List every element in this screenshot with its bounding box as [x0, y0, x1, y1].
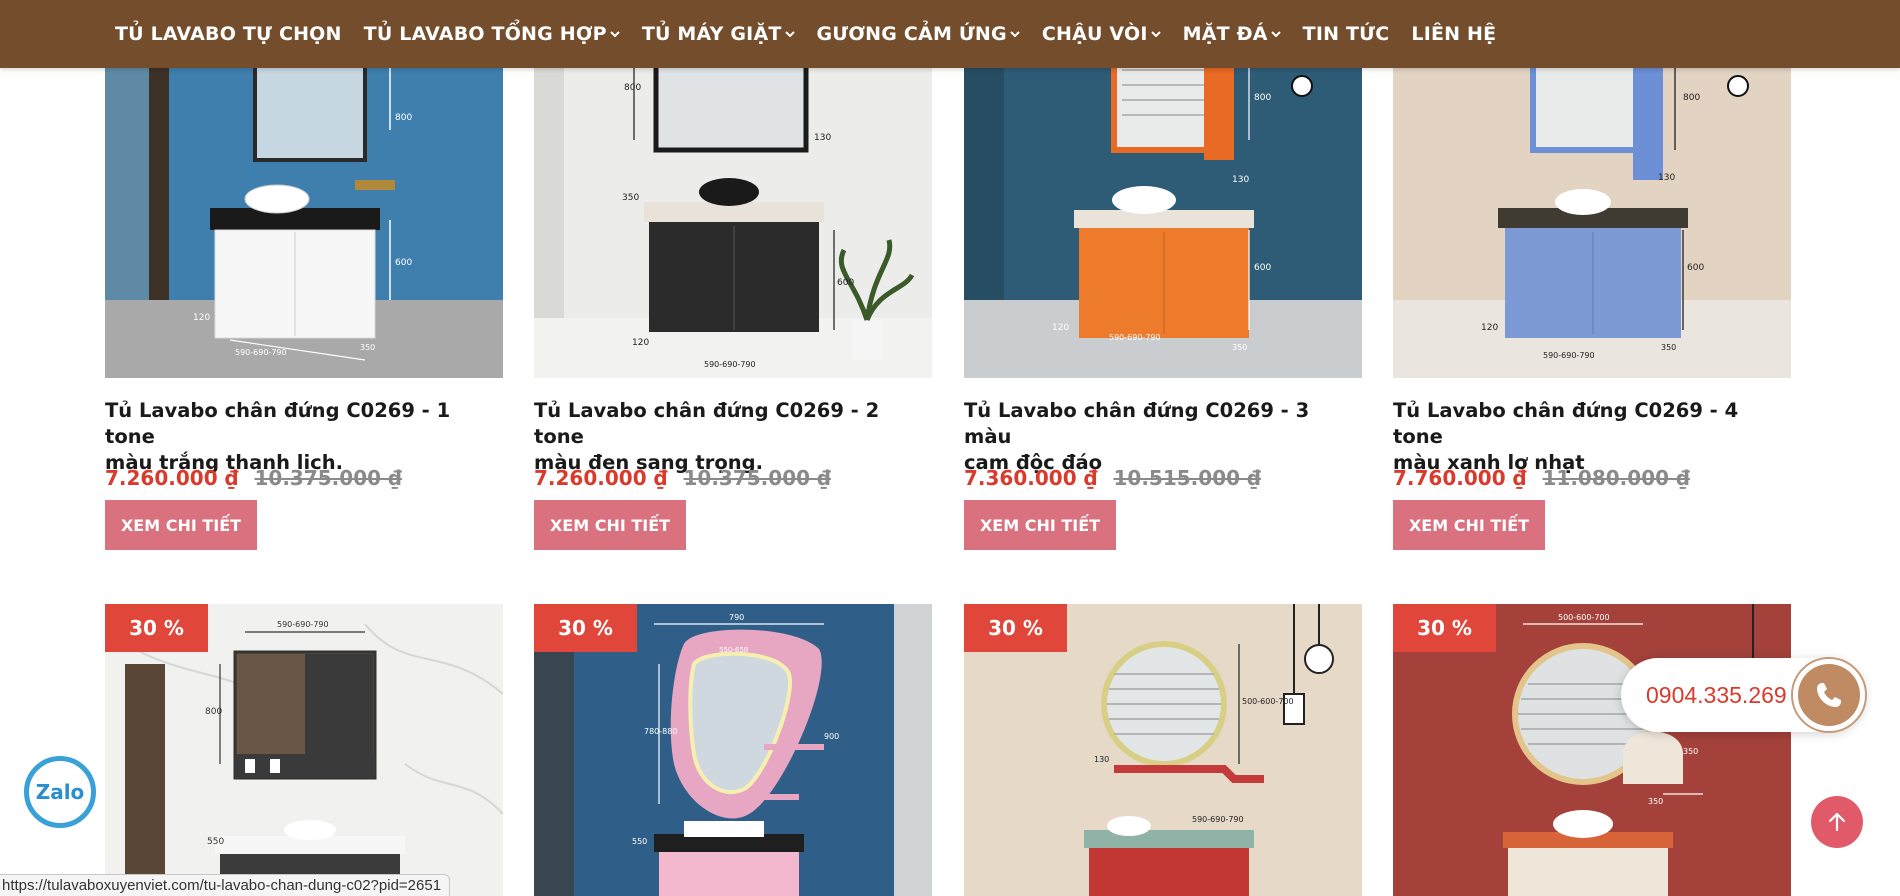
top-navigation: TỦ LAVABO TỰ CHỌN TỦ LAVABO TỔNG HỢP TỦ …	[0, 0, 1900, 68]
nav-item-tu-lavabo-tong-hop[interactable]: TỦ LAVABO TỔNG HỢP	[364, 23, 620, 45]
nav-item-tin-tuc[interactable]: TIN TỨC	[1303, 23, 1390, 45]
original-price: 10.375.000 ₫	[254, 466, 402, 490]
dimension-label: 600	[837, 278, 854, 288]
dimension-label: 120	[632, 338, 649, 348]
product-title[interactable]: Tủ Lavabo chân đứng C0269 - 2 tone màu đ…	[534, 398, 932, 476]
dimension-label: 590-690-790	[704, 360, 756, 369]
view-details-button[interactable]: XEM CHI TIẾT	[964, 500, 1116, 550]
original-price: 10.375.000 ₫	[683, 466, 831, 490]
chevron-down-icon	[1150, 29, 1161, 39]
zalo-label: Zalo	[35, 780, 85, 804]
nav-item-mat-da[interactable]: MẶT ĐÁ	[1183, 23, 1281, 45]
dimension-label: 550	[207, 837, 224, 847]
dimension-label: 550	[632, 837, 647, 846]
sale-price: 7.760.000 ₫	[1393, 466, 1527, 490]
dimension-label: 500-600-700	[1558, 613, 1610, 622]
dimension-label: 550-658	[719, 646, 748, 654]
hotline-number: 0904.335.269	[1646, 681, 1787, 708]
nav-label: TIN TỨC	[1302, 23, 1390, 45]
discount-badge: 30 %	[964, 604, 1067, 652]
dimension-label: 780-880	[644, 727, 677, 736]
dimension-label: 800	[1254, 93, 1271, 103]
zalo-chat-button[interactable]: Zalo	[24, 756, 96, 828]
status-bar-url: https://tulavaboxuyenviet.com/tu-lavabo-…	[0, 874, 451, 896]
nav-label: CHẬU VÒI	[1041, 23, 1148, 45]
nav-label: TỦ LAVABO TỔNG HỢP	[363, 23, 607, 45]
price-row: 7.360.000 ₫ 10.515.000 ₫	[964, 466, 1261, 490]
nav-item-tu-may-giat[interactable]: TỦ MÁY GIẶT	[642, 23, 795, 45]
nav-item-lien-he[interactable]: LIÊN HỆ	[1411, 23, 1496, 45]
product-title[interactable]: Tủ Lavabo chân đứng C0269 - 3 màu cam độ…	[964, 398, 1362, 476]
dimension-label: 130	[1094, 755, 1109, 764]
price-row: 7.760.000 ₫ 11.080.000 ₫	[1393, 466, 1690, 490]
product-title[interactable]: Tủ Lavabo chân đứng C0269 - 4 tone màu x…	[1393, 398, 1791, 476]
dimension-label: 130	[814, 133, 831, 143]
dimension-label: 800	[395, 113, 412, 123]
view-details-button[interactable]: XEM CHI TIẾT	[534, 500, 686, 550]
dimension-label: 350	[360, 343, 375, 352]
dimension-label: 130	[1232, 175, 1249, 185]
dimension-label: 500-600-700	[1242, 697, 1294, 706]
product-title[interactable]: Tủ Lavabo chân đứng C0269 - 1 tone màu t…	[105, 398, 503, 476]
nav-label: MẶT ĐÁ	[1182, 23, 1268, 45]
dimension-label: 590-690-790	[1192, 815, 1244, 824]
product-title-line: Tủ Lavabo chân đứng C0269 - 1 tone	[105, 399, 451, 448]
dimension-label: 350	[1683, 747, 1698, 756]
chevron-down-icon	[1270, 29, 1281, 39]
scroll-to-top-button[interactable]	[1811, 796, 1863, 848]
nav-label: GƯƠNG CẢM ỨNG	[816, 23, 1007, 45]
call-button[interactable]	[1791, 657, 1867, 733]
product-title-line: Tủ Lavabo chân đứng C0269 - 3 màu	[964, 399, 1310, 448]
product-title-line: Tủ Lavabo chân đứng C0269 - 2 tone	[534, 399, 880, 448]
chevron-down-icon	[1010, 29, 1020, 39]
dimension-label: 350	[1232, 343, 1247, 352]
dimension-label: 130	[1658, 173, 1675, 183]
dimension-label: 350	[622, 193, 639, 203]
dimension-label: 120	[1052, 323, 1069, 333]
dimension-label: 800	[205, 707, 222, 717]
nav-label: TỦ MÁY GIẶT	[641, 23, 782, 45]
sale-price: 7.260.000 ₫	[534, 466, 668, 490]
dimension-label: 790	[729, 613, 744, 622]
dimension-label: 590-690-790	[1543, 351, 1595, 360]
dimension-label: 350	[1661, 343, 1676, 352]
nav-label: TỦ LAVABO TỰ CHỌN	[115, 23, 342, 45]
dimension-label: 590-690-790	[277, 620, 329, 629]
nav-item-guong-cam-ung[interactable]: GƯƠNG CẢM ỨNG	[817, 23, 1020, 45]
dimension-label: 120	[1481, 323, 1498, 333]
original-price: 11.080.000 ₫	[1542, 466, 1690, 490]
dimension-label: 800	[624, 83, 641, 93]
discount-badge: 30 %	[105, 604, 208, 652]
dimension-label: 600	[395, 258, 412, 268]
dimension-label: 800	[1683, 93, 1700, 103]
chevron-down-icon	[784, 29, 795, 39]
price-row: 7.260.000 ₫ 10.375.000 ₫	[534, 466, 831, 490]
nav-item-chau-voi[interactable]: CHẬU VÒI	[1042, 23, 1161, 45]
view-details-button[interactable]: XEM CHI TIẾT	[1393, 500, 1545, 550]
dimension-label: 900	[824, 732, 839, 741]
discount-badge: 30 %	[1393, 604, 1496, 652]
price-row: 7.260.000 ₫ 10.375.000 ₫	[105, 466, 402, 490]
phone-icon	[1798, 664, 1860, 726]
view-details-button[interactable]: XEM CHI TIẾT	[105, 500, 257, 550]
dimension-label: 350	[1648, 797, 1663, 806]
nav-item-tu-lavabo-tu-chon[interactable]: TỦ LAVABO TỰ CHỌN	[115, 23, 342, 45]
chevron-down-icon	[610, 29, 620, 39]
sale-price: 7.260.000 ₫	[105, 466, 239, 490]
arrow-up-icon	[1828, 812, 1846, 832]
dimension-label: 600	[1254, 263, 1271, 273]
dimension-label: 590-690-790	[1109, 333, 1161, 342]
discount-badge: 30 %	[534, 604, 637, 652]
sale-price: 7.360.000 ₫	[964, 466, 1098, 490]
dimension-label: 120	[193, 313, 210, 323]
nav-label: LIÊN HỆ	[1411, 23, 1497, 45]
dimension-label: 600	[1687, 263, 1704, 273]
original-price: 10.515.000 ₫	[1113, 466, 1261, 490]
product-title-line: Tủ Lavabo chân đứng C0269 - 4 tone	[1393, 399, 1739, 448]
dimension-label: 590-690-790	[235, 348, 287, 357]
